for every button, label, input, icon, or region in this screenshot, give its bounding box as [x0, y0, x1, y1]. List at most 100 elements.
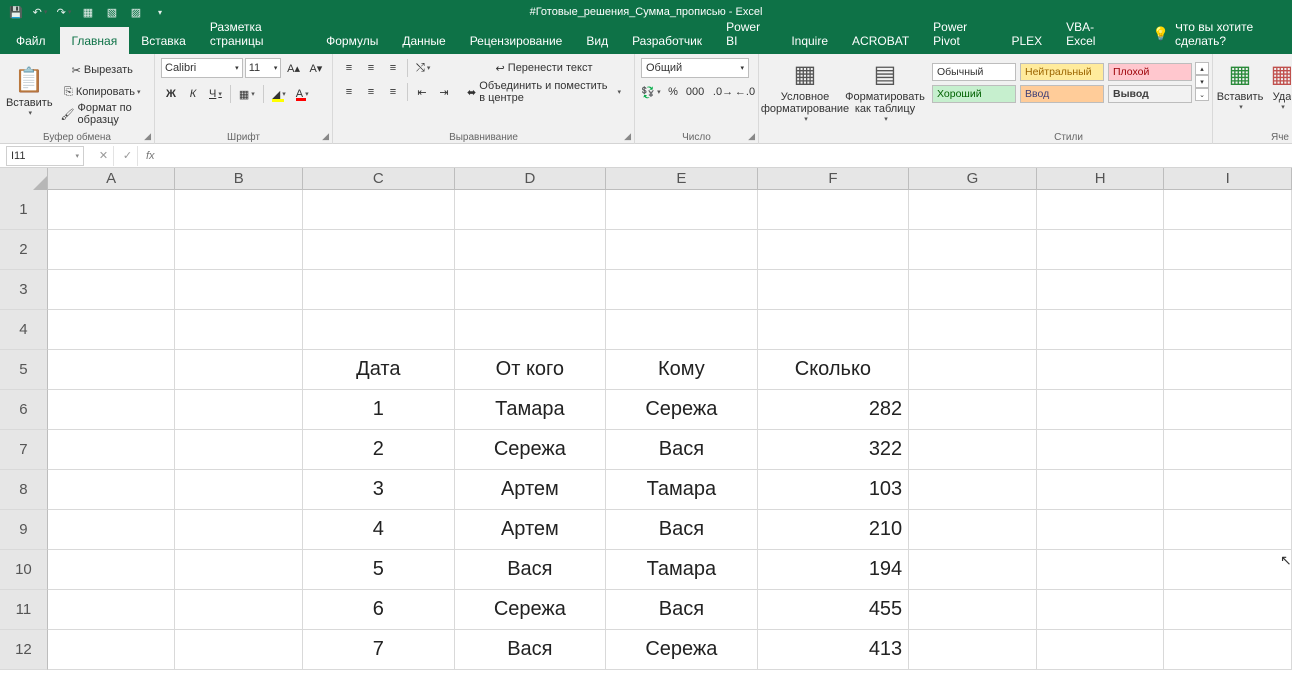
cell-A9[interactable] [48, 510, 176, 550]
cell-G4[interactable] [909, 310, 1037, 350]
increase-decimal-icon[interactable]: .0→ [713, 82, 733, 102]
row-header[interactable]: 6 [0, 390, 48, 430]
cell-C8[interactable]: 3 [303, 470, 455, 510]
cell-C12[interactable]: 7 [303, 630, 455, 670]
save-icon[interactable]: 💾 [6, 3, 26, 21]
col-header-F[interactable]: F [758, 168, 910, 189]
col-header-C[interactable]: C [303, 168, 455, 189]
tab-page-layout[interactable]: Разметка страницы [198, 13, 314, 54]
tab-acrobat[interactable]: ACROBAT [840, 27, 921, 54]
row-header[interactable]: 3 [0, 270, 48, 310]
cell-H3[interactable] [1037, 270, 1165, 310]
cell-E8[interactable]: Тамара [606, 470, 758, 510]
fill-color-button[interactable]: ◢ [268, 84, 290, 104]
spreadsheet-grid[interactable]: A B C D E F G H I 12345ДатаОт когоКомуСк… [0, 168, 1292, 670]
increase-indent-icon[interactable]: ⇥ [434, 82, 454, 102]
cell-E1[interactable] [606, 190, 758, 230]
cell-H8[interactable] [1037, 470, 1165, 510]
cell-G11[interactable] [909, 590, 1037, 630]
cell-B12[interactable] [175, 630, 303, 670]
borders-button[interactable]: ▦ [235, 84, 259, 104]
cell-G8[interactable] [909, 470, 1037, 510]
comma-format-icon[interactable]: 000 [685, 82, 705, 102]
insert-cells-button[interactable]: ▦ Вставить [1219, 58, 1261, 113]
tab-file[interactable]: Файл [4, 27, 58, 54]
styles-more-icon[interactable]: ⌄ [1195, 88, 1209, 101]
alignment-launcher-icon[interactable]: ◢ [624, 131, 631, 142]
align-right-icon[interactable]: ≡ [383, 82, 403, 102]
cell-C7[interactable]: 2 [303, 430, 455, 470]
tab-home[interactable]: Главная [60, 27, 130, 54]
cell-D12[interactable]: Вася [455, 630, 607, 670]
cell-E11[interactable]: Вася [606, 590, 758, 630]
cell-H12[interactable] [1037, 630, 1165, 670]
row-header[interactable]: 11 [0, 590, 48, 630]
row-header[interactable]: 7 [0, 430, 48, 470]
cell-A8[interactable] [48, 470, 176, 510]
cell-G1[interactable] [909, 190, 1037, 230]
style-normal[interactable]: Обычный [932, 63, 1016, 81]
cell-A6[interactable] [48, 390, 176, 430]
tab-developer[interactable]: Разработчик [620, 27, 714, 54]
cell-C4[interactable] [303, 310, 455, 350]
align-bottom-icon[interactable]: ≡ [383, 58, 403, 78]
cell-G2[interactable] [909, 230, 1037, 270]
styles-scroll-down-icon[interactable]: ▾ [1195, 75, 1209, 88]
decrease-decimal-icon[interactable]: ←.0 [735, 82, 755, 102]
cell-A1[interactable] [48, 190, 176, 230]
qat-customize-icon[interactable]: ▾ [150, 3, 170, 21]
cell-C10[interactable]: 5 [303, 550, 455, 590]
font-launcher-icon[interactable]: ◢ [322, 131, 329, 142]
cell-B4[interactable] [175, 310, 303, 350]
font-name-select[interactable]: Calibri▾ [161, 58, 243, 78]
cell-E2[interactable] [606, 230, 758, 270]
italic-button[interactable]: К [183, 84, 203, 104]
fx-icon[interactable]: fx [146, 150, 155, 162]
cell-I8[interactable] [1164, 470, 1292, 510]
cell-D3[interactable] [455, 270, 607, 310]
percent-format-icon[interactable]: % [663, 82, 683, 102]
cell-B1[interactable] [175, 190, 303, 230]
cell-E10[interactable]: Тамара [606, 550, 758, 590]
tab-powerbi[interactable]: Power BI [714, 13, 779, 54]
style-good[interactable]: Хороший [932, 85, 1016, 103]
cell-C5[interactable]: Дата [303, 350, 455, 390]
cell-D8[interactable]: Артем [455, 470, 607, 510]
cell-C6[interactable]: 1 [303, 390, 455, 430]
cell-F3[interactable] [758, 270, 910, 310]
cell-I11[interactable] [1164, 590, 1292, 630]
conditional-formatting-button[interactable]: ▦ Условное форматирование [765, 58, 845, 125]
cell-E5[interactable]: Кому [606, 350, 758, 390]
col-header-B[interactable]: B [175, 168, 303, 189]
cell-C11[interactable]: 6 [303, 590, 455, 630]
row-header[interactable]: 12 [0, 630, 48, 670]
orientation-icon[interactable]: ⤭ [412, 58, 434, 78]
cell-B5[interactable] [175, 350, 303, 390]
cell-F9[interactable]: 210 [758, 510, 910, 550]
cell-H2[interactable] [1037, 230, 1165, 270]
align-center-icon[interactable]: ≡ [361, 82, 381, 102]
row-header[interactable]: 1 [0, 190, 48, 230]
decrease-font-icon[interactable]: A▾ [306, 58, 326, 78]
cell-I4[interactable] [1164, 310, 1292, 350]
cancel-formula-icon[interactable]: ✕ [94, 146, 114, 166]
cell-F4[interactable] [758, 310, 910, 350]
cell-I3[interactable] [1164, 270, 1292, 310]
decrease-indent-icon[interactable]: ⇤ [412, 82, 432, 102]
col-header-I[interactable]: I [1164, 168, 1292, 189]
formula-input[interactable] [159, 146, 1292, 166]
cell-I6[interactable] [1164, 390, 1292, 430]
enter-formula-icon[interactable]: ✓ [118, 146, 138, 166]
cell-A3[interactable] [48, 270, 176, 310]
col-header-D[interactable]: D [455, 168, 607, 189]
cell-F7[interactable]: 322 [758, 430, 910, 470]
tab-insert[interactable]: Вставка [129, 27, 198, 54]
cell-I1[interactable] [1164, 190, 1292, 230]
cell-D4[interactable] [455, 310, 607, 350]
tab-plex[interactable]: PLEX [999, 27, 1054, 54]
cell-A10[interactable] [48, 550, 176, 590]
cell-D11[interactable]: Сережа [455, 590, 607, 630]
cell-D6[interactable]: Тамара [455, 390, 607, 430]
cell-D7[interactable]: Сережа [455, 430, 607, 470]
cell-I7[interactable] [1164, 430, 1292, 470]
